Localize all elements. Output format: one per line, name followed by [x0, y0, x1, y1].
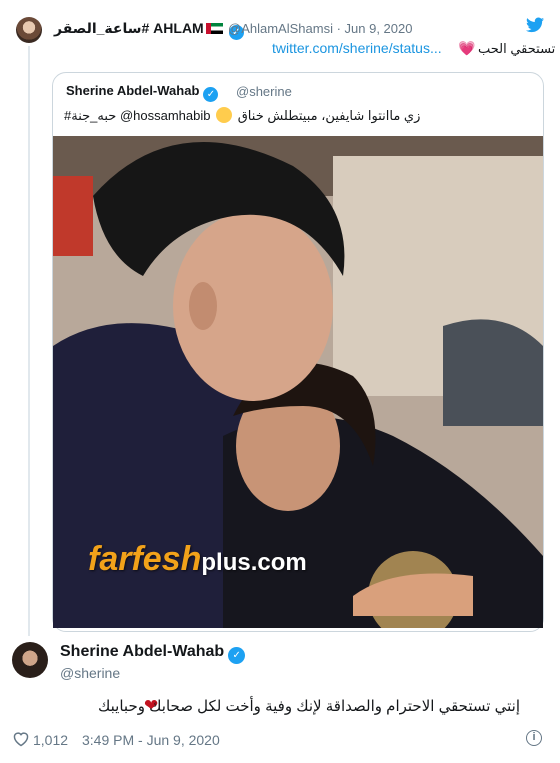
author-display-name[interactable]: ساعة_الصقر# AHLAM ✓: [54, 20, 244, 40]
heart-outline-icon[interactable]: [12, 731, 30, 747]
tweet-author-handle[interactable]: @sherine: [60, 665, 120, 681]
pink-heart-icon: 💗: [458, 40, 476, 56]
verified-icon: ✓: [203, 87, 219, 102]
tweet-url-link[interactable]: twitter.com/sherine/status...: [272, 40, 442, 56]
watermark-main: farfesh: [88, 540, 202, 578]
watermark: farfeshplus.com: [88, 540, 307, 579]
quoted-author-name-text: Sherine Abdel-Wahab: [66, 83, 200, 98]
tweet-text: تستحقي الحب: [478, 41, 556, 56]
quoted-tag-text: #حبه_جنة @hossamhabib: [64, 108, 211, 123]
author-name-text: ساعة_الصقر# AHLAM: [54, 20, 204, 36]
quoted-author-name[interactable]: Sherine Abdel-Wahab ✓: [66, 83, 219, 102]
quoted-author-handle: @sherine: [236, 84, 292, 99]
relieved-face-icon: [216, 107, 233, 123]
avatar[interactable]: [16, 17, 42, 43]
quoted-main-text: زي ماانتوا شايفين، مبيتطلش خناق: [237, 108, 421, 123]
info-icon[interactable]: i: [526, 730, 542, 746]
tweet-timestamp[interactable]: 3:49 PM - Jun 9, 2020: [82, 732, 220, 748]
tweet-date: · Jun 9, 2020: [336, 21, 413, 36]
uae-flag-icon: [205, 23, 223, 34]
tweet-author-name-text: Sherine Abdel-Wahab: [60, 643, 225, 660]
thread-divider: [28, 46, 30, 636]
author-handle: @AhlamAlShamsi: [228, 21, 333, 36]
author-handle-date[interactable]: @AhlamAlShamsi · Jun 9, 2020: [228, 21, 412, 36]
verified-icon: ✓: [228, 647, 246, 664]
twitter-bird-icon[interactable]: [526, 17, 544, 33]
watermark-plus: plus.com: [201, 549, 307, 576]
like-count[interactable]: 1,012: [33, 732, 68, 748]
quoted-tweet-text: #حبه_جنة @hossamhabib زي ماانتوا شايفين،…: [64, 107, 420, 124]
avatar[interactable]: [12, 642, 48, 678]
tweet-author-name[interactable]: Sherine Abdel-Wahab ✓: [60, 643, 246, 664]
tweet-body-text: إنتي تستحقي الاحترام والصداقة لإنك وفية …: [98, 698, 520, 715]
